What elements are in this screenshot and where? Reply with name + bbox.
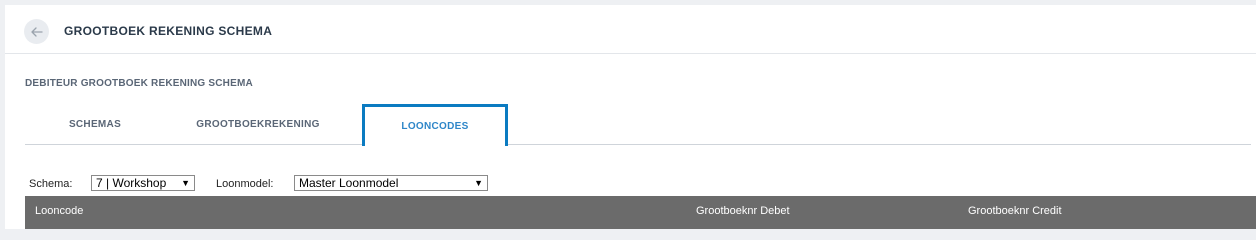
column-header-grootboeknr-credit[interactable]: Grootboeknr Credit <box>968 205 1062 217</box>
tab-looncodes[interactable]: LOONCODES <box>362 104 508 146</box>
page-title: GROOTBOEK REKENING SCHEMA <box>64 24 273 38</box>
section-title: DEBITEUR GROOTBOEK REKENING SCHEMA <box>25 78 253 89</box>
main-panel: GROOTBOEK REKENING SCHEMA DEBITEUR GROOT… <box>5 5 1256 229</box>
filter-row: Schema: 7 | Workshop ▼ Loonmodel: Master… <box>5 175 1256 193</box>
column-header-looncode[interactable]: Looncode <box>35 205 83 217</box>
page-header: GROOTBOEK REKENING SCHEMA <box>5 5 1256 54</box>
arrow-left-icon <box>30 26 43 37</box>
loonmodel-select[interactable]: Master Loonmodel ▼ <box>294 175 488 191</box>
back-button[interactable] <box>24 19 49 44</box>
schema-select-value: 7 | Workshop <box>96 176 167 190</box>
tab-bar: SCHEMAS GROOTBOEKREKENING LOONCODES <box>25 104 1251 146</box>
table-header: Looncode Grootboeknr Debet Grootboeknr C… <box>25 196 1256 229</box>
schema-select[interactable]: 7 | Workshop ▼ <box>91 175 195 191</box>
tab-grootboekrekening[interactable]: GROOTBOEKREKENING <box>193 104 323 144</box>
schema-label: Schema: <box>29 178 73 190</box>
loonmodel-label: Loonmodel: <box>216 178 274 190</box>
column-header-grootboeknr-debet[interactable]: Grootboeknr Debet <box>696 205 790 217</box>
loonmodel-select-value: Master Loonmodel <box>299 176 399 190</box>
chevron-down-icon: ▼ <box>181 178 190 188</box>
tab-schemas[interactable]: SCHEMAS <box>55 104 135 144</box>
chevron-down-icon: ▼ <box>474 178 483 188</box>
